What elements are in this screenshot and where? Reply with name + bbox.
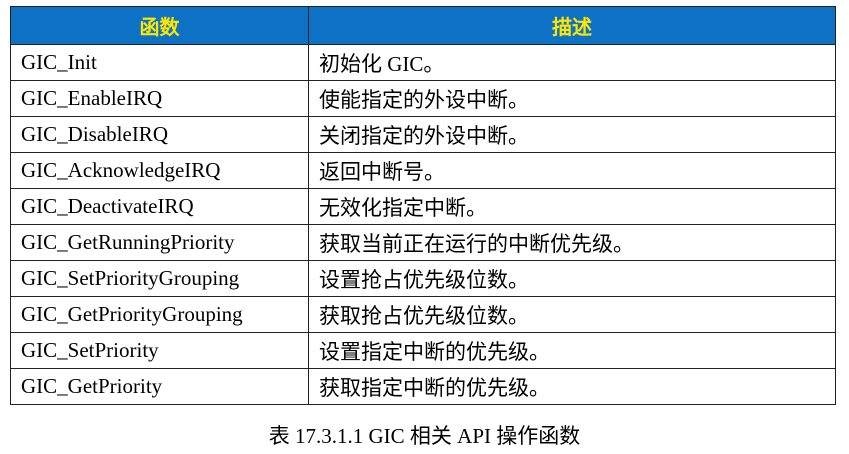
api-table: 函数 描述 GIC_Init 初始化 GIC。 GIC_EnableIRQ 使能…	[10, 6, 836, 405]
function-name: GIC_SetPriorityGrouping	[10, 260, 309, 297]
function-name: GIC_GetPriority	[10, 368, 309, 405]
function-name: GIC_Init	[10, 44, 309, 81]
function-description: 无效化指定中断。	[308, 188, 836, 225]
table-row: GIC_Init 初始化 GIC。	[10, 44, 836, 81]
function-description: 设置指定中断的优先级。	[308, 332, 836, 369]
function-description: 获取指定中断的优先级。	[308, 368, 836, 405]
function-description: 获取抢占优先级位数。	[308, 296, 836, 333]
function-description: 返回中断号。	[308, 152, 836, 189]
function-name: GIC_SetPriority	[10, 332, 309, 369]
table-row: GIC_GetRunningPriority 获取当前正在运行的中断优先级。	[10, 224, 836, 261]
function-name: GIC_GetRunningPriority	[10, 224, 309, 261]
table-row: GIC_DeactivateIRQ 无效化指定中断。	[10, 188, 836, 225]
header-description: 描述	[308, 6, 836, 45]
table-caption: 表 17.3.1.1 GIC 相关 API 操作函数	[268, 424, 581, 448]
table-row: GIC_DisableIRQ 关闭指定的外设中断。	[10, 116, 836, 153]
table-row: GIC_AcknowledgeIRQ 返回中断号。	[10, 152, 836, 189]
function-name: GIC_DisableIRQ	[10, 116, 309, 153]
function-description: 关闭指定的外设中断。	[308, 116, 836, 153]
function-name: GIC_AcknowledgeIRQ	[10, 152, 309, 189]
function-description: 初始化 GIC。	[308, 44, 836, 81]
function-name: GIC_GetPriorityGrouping	[10, 296, 309, 333]
table-row: GIC_EnableIRQ 使能指定的外设中断。	[10, 80, 836, 117]
header-function: 函数	[10, 6, 309, 45]
function-name: GIC_DeactivateIRQ	[10, 188, 309, 225]
table-row: GIC_GetPriorityGrouping 获取抢占优先级位数。	[10, 296, 836, 333]
table-row: GIC_SetPriority 设置指定中断的优先级。	[10, 332, 836, 369]
function-name: GIC_EnableIRQ	[10, 80, 309, 117]
function-description: 设置抢占优先级位数。	[308, 260, 836, 297]
table-row: GIC_SetPriorityGrouping 设置抢占优先级位数。	[10, 260, 836, 297]
table-row: GIC_GetPriority 获取指定中断的优先级。	[10, 368, 836, 405]
function-description: 获取当前正在运行的中断优先级。	[308, 224, 836, 261]
table-header-row: 函数 描述	[10, 6, 836, 45]
function-description: 使能指定的外设中断。	[308, 80, 836, 117]
